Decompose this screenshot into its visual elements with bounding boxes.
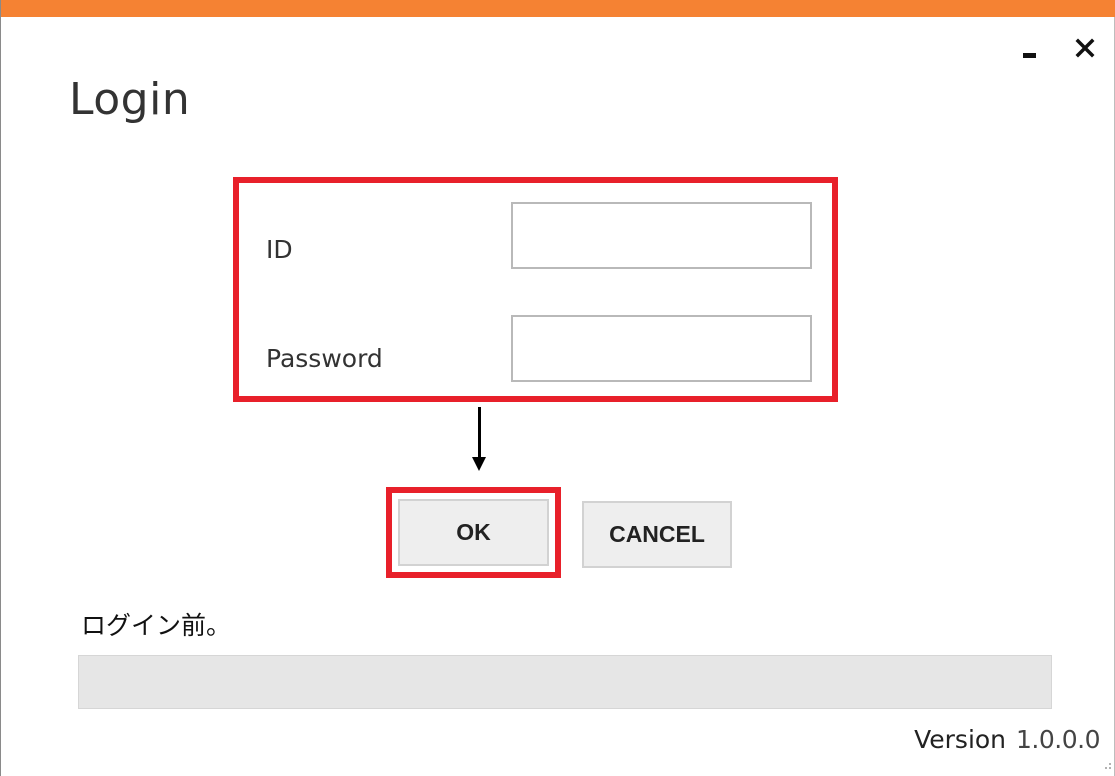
resize-grip-icon[interactable]: [1102, 762, 1112, 772]
minimize-icon: [1022, 52, 1036, 58]
minimize-button[interactable]: [1011, 30, 1047, 66]
close-icon: [1075, 38, 1095, 58]
close-button[interactable]: [1067, 30, 1103, 66]
password-label: Password: [266, 344, 383, 373]
id-label: ID: [266, 235, 293, 264]
status-text: ログイン前。: [81, 611, 232, 640]
title-accent-bar: [1, 0, 1115, 17]
version-info: Version 1.0.0.0: [914, 725, 1100, 754]
version-label: Version: [914, 725, 1007, 754]
version-number: 1.0.0.0: [1016, 725, 1100, 754]
progress-bar: [78, 655, 1052, 709]
cancel-button[interactable]: CANCEL: [582, 501, 732, 568]
page-title: Login: [69, 74, 191, 125]
arrow-down-icon: [478, 407, 481, 459]
id-input[interactable]: [511, 202, 812, 269]
login-window: Login ID Password OK CANCEL ログイン前。 Versi…: [0, 0, 1115, 776]
arrow-head-icon: [472, 457, 486, 471]
ok-button[interactable]: OK: [398, 499, 549, 566]
password-input[interactable]: [511, 315, 812, 382]
